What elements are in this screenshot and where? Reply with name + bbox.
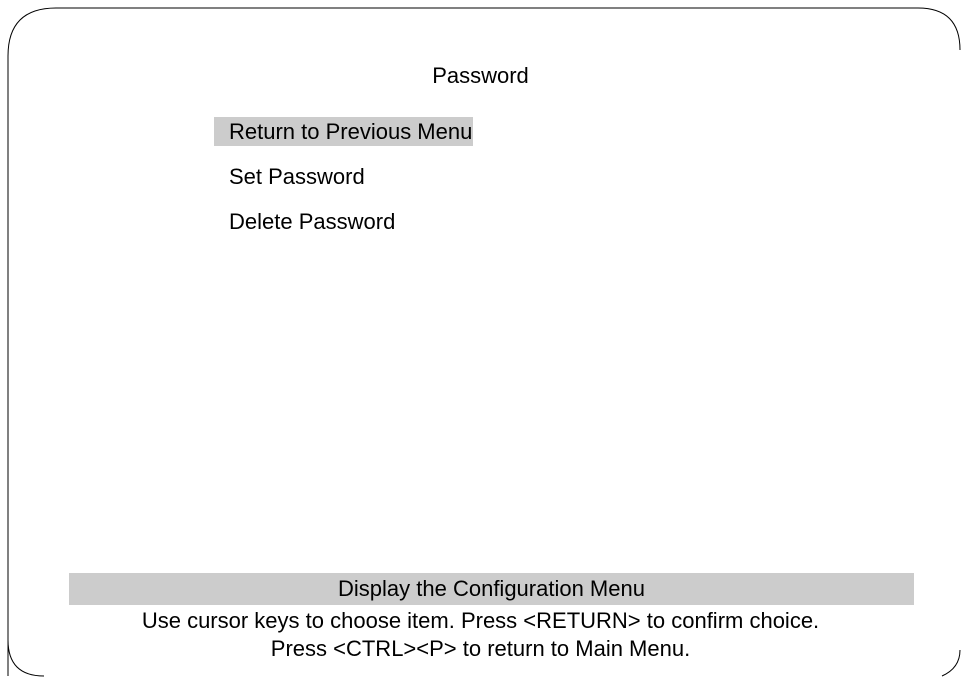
menu-item-set-password[interactable]: Set Password (214, 162, 473, 191)
page-title: Password (432, 63, 529, 88)
help-text-main-menu: Press <CTRL><P> to return to Main Menu. (270, 636, 691, 661)
menu-item-return-to-previous-menu[interactable]: Return to Previous Menu (214, 117, 474, 146)
terminal-screen: Password Return to Previous Menu Set Pas… (0, 0, 961, 677)
help-text-navigation: Use cursor keys to choose item. Press <R… (141, 608, 820, 633)
password-menu: Return to Previous Menu Set Password Del… (214, 117, 474, 252)
menu-item-delete-password[interactable]: Delete Password (214, 207, 473, 236)
status-description: Display the Configuration Menu (69, 573, 914, 605)
